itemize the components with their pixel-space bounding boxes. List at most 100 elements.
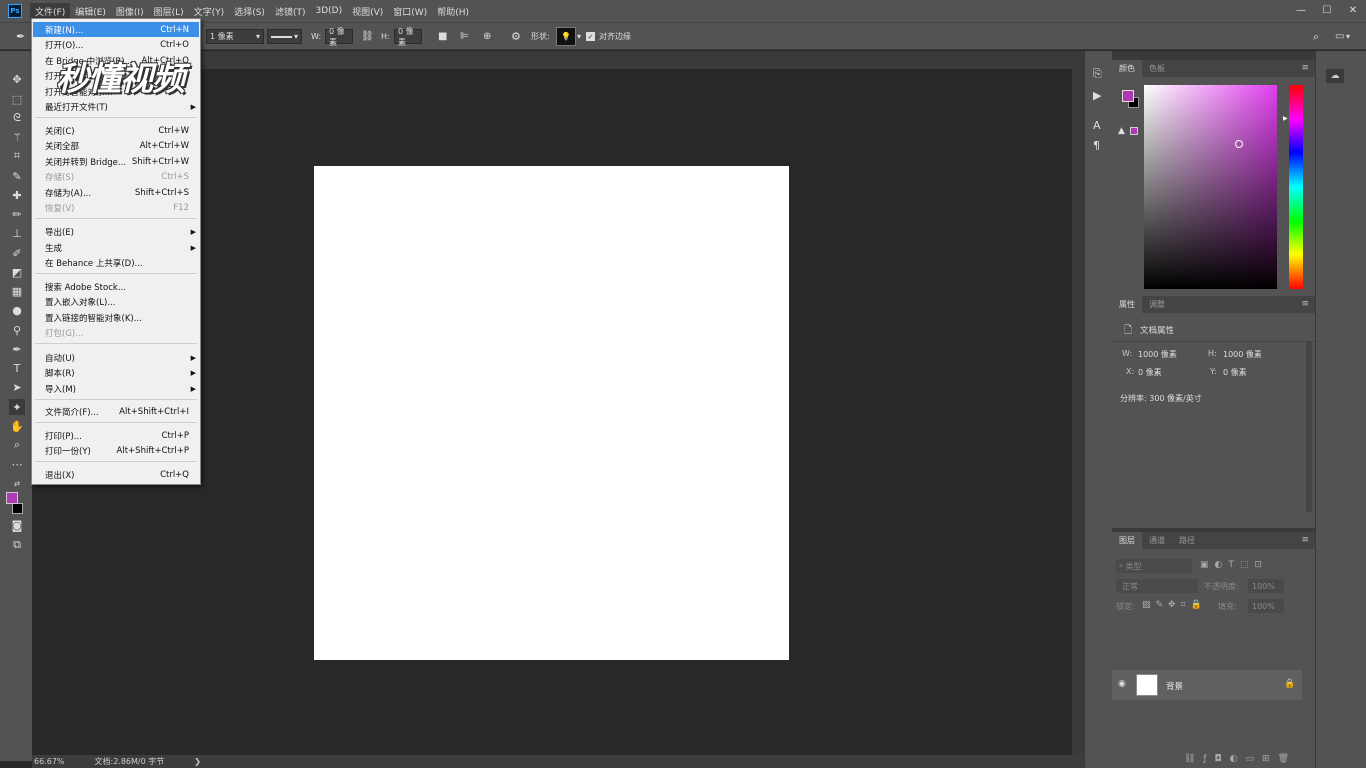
menu-item-exit[interactable]: 退出(X) Ctrl+Q xyxy=(33,467,199,482)
menu-item-recent-files[interactable]: 最近打开文件(T) ▶ xyxy=(33,99,199,114)
saturation-brightness-field[interactable] xyxy=(1144,85,1277,289)
menu-3d[interactable]: 3D(D) xyxy=(310,4,347,18)
search-icon[interactable]: ⌕ xyxy=(1313,29,1319,44)
brush-tool-icon[interactable]: ✏ xyxy=(9,206,25,222)
healing-brush-tool-icon[interactable]: ✚ xyxy=(9,187,25,203)
stroke-width-select[interactable]: 1 像素 ▾ xyxy=(206,29,264,44)
path-arrangement-icon[interactable]: ⊕ xyxy=(483,29,491,44)
path-selection-tool-icon[interactable]: ➤ xyxy=(9,379,25,395)
menu-item-new[interactable]: 新建(N)... Ctrl+N xyxy=(33,22,199,37)
panel-menu-icon[interactable]: ≡ xyxy=(1301,535,1309,545)
path-operations-icon[interactable]: ■ xyxy=(438,29,447,44)
workspace-icon[interactable]: ▭ xyxy=(1335,29,1344,44)
menu-item-import[interactable]: 导入(M) ▶ xyxy=(33,381,199,396)
menu-item-save-as[interactable]: 存储为(A)... Shift+Ctrl+S xyxy=(33,185,199,200)
menu-image[interactable]: 图像(I) xyxy=(111,3,149,20)
marquee-tool-icon[interactable]: ⬚ xyxy=(9,91,25,107)
character-icon[interactable]: A xyxy=(1093,119,1101,132)
menu-layer[interactable]: 图层(L) xyxy=(149,3,189,20)
zoom-level[interactable]: 66.67% xyxy=(34,757,65,766)
lasso-tool-icon[interactable]: ᘓ xyxy=(9,110,25,126)
prop-w-value[interactable]: 1000 像素 xyxy=(1138,349,1177,360)
vertical-scrollbar[interactable] xyxy=(1072,51,1084,755)
actions-play-icon[interactable]: ▶ xyxy=(1093,89,1101,102)
menu-item-place-linked[interactable]: 置入链接的智能对象(K)... xyxy=(33,310,199,325)
fill-input[interactable]: 100% xyxy=(1248,599,1284,613)
opacity-input[interactable]: 100% xyxy=(1248,579,1284,593)
panel-foreground-swatch[interactable] xyxy=(1122,90,1134,102)
path-alignment-icon[interactable]: ⊫ xyxy=(460,29,469,44)
menu-edit[interactable]: 编辑(E) xyxy=(70,3,111,20)
properties-scrollbar[interactable] xyxy=(1306,342,1312,512)
blend-mode-select[interactable]: 正常 xyxy=(1116,579,1198,593)
prop-y-value[interactable]: 0 像素 xyxy=(1223,367,1247,378)
crop-tool-icon[interactable]: ⌗ xyxy=(9,148,25,164)
menu-item-package[interactable]: 打包(G)... xyxy=(33,325,199,340)
prop-h-value[interactable]: 1000 像素 xyxy=(1223,349,1262,360)
prop-x-value[interactable]: 0 像素 xyxy=(1138,367,1162,378)
menu-item-close-all[interactable]: 关闭全部 Alt+Ctrl+W xyxy=(33,138,199,153)
tab-adjustments[interactable]: 调整 xyxy=(1142,296,1172,313)
gear-icon[interactable]: ⚙ xyxy=(511,29,521,44)
gamut-swatch[interactable] xyxy=(1130,127,1138,135)
menu-item-revert[interactable]: 恢复(V) F12 xyxy=(33,200,199,215)
link-icon[interactable]: ⛓ xyxy=(361,29,374,44)
foreground-color-swatch[interactable] xyxy=(6,492,18,504)
menu-item-generate[interactable]: 生成 ▶ xyxy=(33,240,199,255)
layer-row[interactable]: ◉ 背景 🔒 xyxy=(1112,670,1302,700)
quick-mask-icon[interactable]: ◙ xyxy=(9,517,25,533)
width-input[interactable]: 0 像素 xyxy=(325,27,353,47)
hue-slider[interactable] xyxy=(1289,85,1303,289)
menu-item-open[interactable]: 打开(O)... Ctrl+O xyxy=(33,37,199,52)
menu-type[interactable]: 文字(Y) xyxy=(189,3,230,20)
type-tool-icon[interactable]: T xyxy=(9,360,25,376)
menu-item-close-go-bridge[interactable]: 关闭并转到 Bridge... Shift+Ctrl+W xyxy=(33,154,199,169)
gradient-tool-icon[interactable]: ▦ xyxy=(9,283,25,299)
minimize-button[interactable]: — xyxy=(1288,0,1314,20)
menu-item-save[interactable]: 存储(S) Ctrl+S xyxy=(33,169,199,184)
history-brush-tool-icon[interactable]: ✐ xyxy=(9,245,25,261)
eraser-tool-icon[interactable]: ◩ xyxy=(9,264,25,280)
height-input[interactable]: 0 像素 xyxy=(394,27,422,47)
screen-mode-icon[interactable]: ⧉ xyxy=(9,537,25,553)
menu-help[interactable]: 帮助(H) xyxy=(432,3,474,20)
panel-menu-icon[interactable]: ≡ xyxy=(1301,299,1309,309)
pen-tool-icon[interactable]: ✒ xyxy=(9,341,25,357)
menu-item-export[interactable]: 导出(E) ▶ xyxy=(33,224,199,239)
hue-marker-icon[interactable]: ▶ xyxy=(1283,115,1288,122)
history-icon[interactable]: ⎘ xyxy=(1093,67,1102,81)
menu-window[interactable]: 窗口(W) xyxy=(388,3,432,20)
lock-icons[interactable]: ▨✎✥⌗🔒 xyxy=(1142,600,1207,610)
tab-layers[interactable]: 图层 xyxy=(1112,532,1142,549)
menu-item-scripts[interactable]: 脚本(R) ▶ xyxy=(33,365,199,380)
custom-shape-tool-icon[interactable]: ✦ xyxy=(9,399,25,415)
menu-item-print-one[interactable]: 打印一份(Y) Alt+Shift+Ctrl+P xyxy=(33,443,199,458)
default-colors-icon[interactable]: ⇄ xyxy=(9,476,25,492)
close-button[interactable]: ✕ xyxy=(1340,0,1366,20)
tab-channels[interactable]: 通道 xyxy=(1142,532,1172,549)
menu-file[interactable]: 文件(F) xyxy=(30,2,71,20)
layers-footer-icons[interactable]: ⛓ƒ◘◐▭⊞🗑 xyxy=(1112,750,1315,768)
align-edges-checkbox[interactable]: ✓ xyxy=(586,32,595,41)
blur-tool-icon[interactable]: ● xyxy=(9,302,25,318)
chevron-down-icon[interactable]: ▾ xyxy=(1346,29,1350,44)
menu-item-close[interactable]: 关闭(C) Ctrl+W xyxy=(33,123,199,138)
menu-filter[interactable]: 滤镜(T) xyxy=(270,3,311,20)
menu-view[interactable]: 视图(V) xyxy=(347,3,388,20)
magic-wand-tool-icon[interactable]: ⚚ xyxy=(9,129,25,145)
zoom-tool-icon[interactable]: ⌕ xyxy=(9,437,25,453)
status-arrow-icon[interactable]: ❯ xyxy=(194,757,201,766)
tab-properties[interactable]: 属性 xyxy=(1112,296,1142,313)
layer-filter-select[interactable]: ⌕ 类型 xyxy=(1116,559,1192,573)
layer-filter-icons[interactable]: ▣◐T⬚⊡ xyxy=(1200,560,1268,570)
menu-item-share-behance[interactable]: 在 Behance 上共享(D)... xyxy=(33,255,199,270)
layer-name[interactable]: 背景 xyxy=(1166,680,1183,692)
eyedropper-tool-icon[interactable]: ✎ xyxy=(9,168,25,184)
stroke-type-select[interactable]: ▾ xyxy=(267,29,302,44)
maximize-button[interactable]: ☐ xyxy=(1314,0,1340,20)
menu-item-place-embedded[interactable]: 置入嵌入对象(L)... xyxy=(33,294,199,309)
menu-item-print[interactable]: 打印(P)... Ctrl+P xyxy=(33,428,199,443)
shape-picker[interactable]: 💡 xyxy=(556,27,576,46)
menu-item-file-info[interactable]: 文件简介(F)... Alt+Shift+Ctrl+I xyxy=(33,404,199,419)
menu-item-search-stock[interactable]: 搜索 Adobe Stock... xyxy=(33,279,199,294)
